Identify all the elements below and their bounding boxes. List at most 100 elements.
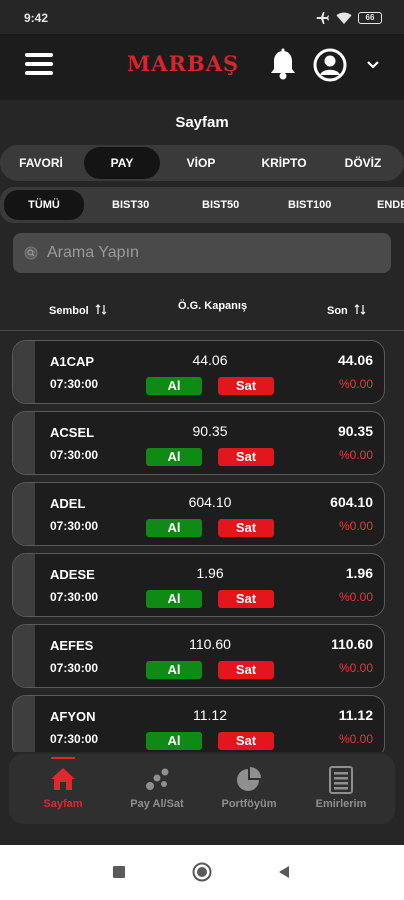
tab-viop[interactable]: VİOP xyxy=(168,145,234,181)
row-handle xyxy=(13,625,35,687)
stock-time: 07:30:00 xyxy=(50,377,99,391)
column-last-label: Son xyxy=(327,305,348,317)
bottom-navigation: Sayfam Pay Al/Sat Portföyüm Emirlerim xyxy=(9,754,395,824)
tab-pay[interactable]: PAY xyxy=(84,147,160,179)
home-button-icon[interactable] xyxy=(192,862,212,882)
battery-icon: 66 xyxy=(358,12,382,24)
stock-time: 07:30:00 xyxy=(50,519,99,533)
sell-button[interactable]: Sat xyxy=(218,732,274,750)
status-time: 9:42 xyxy=(24,11,49,25)
stock-row[interactable]: AEFES 07:30:00 110.60 Al Sat 110.60 %0.0… xyxy=(12,624,385,688)
pie-chart-icon xyxy=(237,767,261,791)
nav-emirlerim[interactable]: Emirlerim xyxy=(299,754,383,824)
tab-kripto[interactable]: KRİPTO xyxy=(248,145,320,181)
row-handle xyxy=(13,412,35,474)
stock-prev-close: 44.06 xyxy=(192,352,228,368)
stock-prev-close: 110.60 xyxy=(189,636,231,652)
recents-icon[interactable] xyxy=(112,865,126,879)
sort-symbol-header[interactable]: Sembol xyxy=(49,304,107,317)
active-indicator xyxy=(51,757,75,759)
stock-symbol: AFYON xyxy=(50,709,96,724)
orders-icon xyxy=(329,766,353,794)
stock-prev-close: 604.10 xyxy=(188,494,232,510)
nav-label: Sayfam xyxy=(43,798,83,810)
sell-button[interactable]: Sat xyxy=(218,448,274,466)
tab-bist50[interactable]: BIST50 xyxy=(202,187,239,223)
stock-row[interactable]: ADESE 07:30:00 1.96 Al Sat 1.96 %0.00 xyxy=(12,553,385,617)
tab-doviz[interactable]: DÖVİZ xyxy=(330,145,396,181)
stock-row[interactable]: ADEL 07:30:00 604.10 Al Sat 604.10 %0.00 xyxy=(12,482,385,546)
column-prev-close-label: Ö.G. Kapanış xyxy=(178,300,248,312)
bell-icon[interactable] xyxy=(268,48,298,80)
column-header: Sembol Ö.G. Kapanış Son xyxy=(0,296,404,326)
status-bar: 9:42 66 xyxy=(0,0,404,34)
sort-icon xyxy=(95,304,107,315)
system-navigation-bar xyxy=(0,845,404,900)
stock-change: %0.00 xyxy=(338,732,373,746)
buy-button[interactable]: Al xyxy=(146,519,202,537)
stock-row[interactable]: AFYON 07:30:00 11.12 Al Sat 11.12 %0.00 xyxy=(12,695,385,752)
search-input[interactable] xyxy=(47,233,377,273)
buy-button[interactable]: Al xyxy=(146,732,202,750)
nav-sayfam[interactable]: Sayfam xyxy=(21,754,105,824)
nav-label: Pay Al/Sat xyxy=(130,798,184,810)
stock-time: 07:30:00 xyxy=(50,448,99,462)
stock-change: %0.00 xyxy=(338,519,373,533)
header-divider xyxy=(0,330,404,331)
stock-change: %0.00 xyxy=(338,448,373,462)
sell-button[interactable]: Sat xyxy=(218,377,274,395)
stock-last: 11.12 xyxy=(338,707,373,723)
stock-row[interactable]: ACSEL 07:30:00 90.35 Al Sat 90.35 %0.00 xyxy=(12,411,385,475)
nav-label: Portföyüm xyxy=(221,798,277,810)
buy-button[interactable]: Al xyxy=(146,590,202,608)
search-icon xyxy=(24,246,38,260)
stock-time: 07:30:00 xyxy=(50,732,99,746)
stock-last: 90.35 xyxy=(337,423,373,439)
row-handle xyxy=(13,554,35,616)
tab-tumu[interactable]: TÜMÜ xyxy=(4,190,84,220)
stock-change: %0.00 xyxy=(338,377,373,391)
menu-icon[interactable] xyxy=(25,53,53,75)
tab-favori[interactable]: FAVORİ xyxy=(6,145,76,181)
stock-change: %0.00 xyxy=(338,661,373,675)
stock-symbol: A1CAP xyxy=(50,354,95,369)
sort-icon xyxy=(354,304,366,315)
buy-button[interactable]: Al xyxy=(146,661,202,679)
tab-bist30[interactable]: BIST30 xyxy=(112,187,149,223)
stock-prev-close: 11.12 xyxy=(193,707,227,723)
sell-button[interactable]: Sat xyxy=(218,519,274,537)
sort-last-header[interactable]: Son xyxy=(327,304,366,317)
tab-bist100[interactable]: BIST100 xyxy=(288,187,331,223)
chevron-down-icon[interactable] xyxy=(366,60,380,70)
index-tabs: TÜMÜ BIST30 BIST50 BIST100 ENDE xyxy=(0,187,404,223)
wifi-icon xyxy=(336,12,352,24)
stock-symbol: ADESE xyxy=(50,567,95,582)
market-tabs: FAVORİ PAY VİOP KRİPTO DÖVİZ xyxy=(0,145,404,181)
tab-ende[interactable]: ENDE xyxy=(377,187,404,223)
column-symbol-label: Sembol xyxy=(49,305,89,317)
stock-row[interactable]: A1CAP 07:30:00 44.06 Al Sat 44.06 %0.00 xyxy=(12,340,385,404)
user-avatar-icon[interactable] xyxy=(313,48,347,82)
page-title: Sayfam xyxy=(175,114,229,131)
stock-last: 1.96 xyxy=(345,565,373,581)
nav-pay-al-sat[interactable]: Pay Al/Sat xyxy=(115,754,199,824)
stock-time: 07:30:00 xyxy=(50,661,99,675)
buy-button[interactable]: Al xyxy=(146,377,202,395)
stock-last: 44.06 xyxy=(337,352,373,368)
home-icon xyxy=(51,768,75,790)
row-handle xyxy=(13,483,35,545)
stock-prev-close: 90.35 xyxy=(192,423,228,439)
row-handle xyxy=(13,696,35,752)
nav-portfoyum[interactable]: Portföyüm xyxy=(207,754,291,824)
buy-button[interactable]: Al xyxy=(146,448,202,466)
status-icons: 66 xyxy=(316,9,382,27)
battery-level: 66 xyxy=(365,13,375,22)
sell-button[interactable]: Sat xyxy=(218,590,274,608)
stock-symbol: ADEL xyxy=(50,496,86,511)
stock-symbol: AEFES xyxy=(50,638,94,653)
sell-button[interactable]: Sat xyxy=(218,661,274,679)
nav-label: Emirlerim xyxy=(315,798,367,810)
trade-icon xyxy=(146,768,169,790)
back-icon[interactable] xyxy=(277,865,291,879)
stock-symbol: ACSEL xyxy=(50,425,95,440)
